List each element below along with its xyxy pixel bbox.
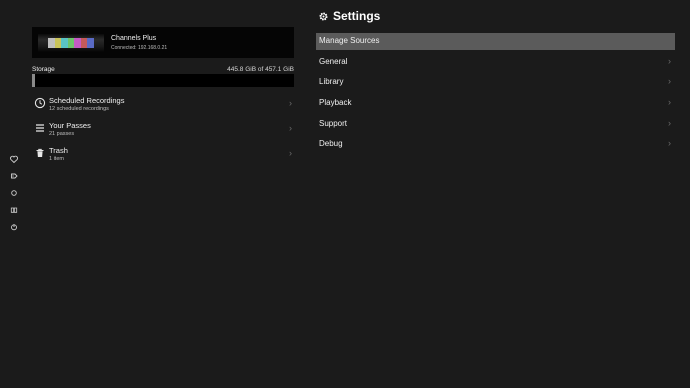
tag-icon[interactable] — [7, 169, 21, 183]
list-item-title: Your Passes — [49, 121, 91, 130]
storage-bar — [32, 74, 294, 87]
power-icon[interactable] — [7, 220, 21, 234]
circle-icon[interactable] — [7, 186, 21, 200]
server-thumbnail — [38, 34, 104, 52]
menu-item-label: Support — [319, 118, 348, 128]
chevron-right-icon: › — [668, 97, 671, 108]
chevron-right-icon: › — [668, 117, 671, 128]
storage-value: 445.8 GiB of 457.1 GiB — [227, 66, 294, 73]
chevron-right-icon: › — [668, 76, 671, 87]
chevron-right-icon: › — [668, 138, 671, 149]
list-item-your-passes[interactable]: Your Passes 21 passes › — [32, 116, 294, 141]
book-icon[interactable] — [7, 203, 21, 217]
trash-icon — [34, 147, 46, 159]
page-title-text: Settings — [333, 9, 381, 23]
storage-bar-fill — [32, 74, 35, 87]
menu-item-playback[interactable]: Playback › — [316, 95, 675, 112]
list-item-title: Scheduled Recordings — [49, 96, 125, 105]
menu-item-support[interactable]: Support › — [316, 116, 675, 133]
list-item-subtitle: 12 scheduled recordings — [49, 106, 109, 112]
menu-item-manage-sources[interactable]: Manage Sources — [316, 33, 675, 50]
clock-icon — [34, 97, 46, 109]
menu-item-label: General — [319, 56, 348, 66]
list-item-title: Trash — [49, 146, 68, 155]
storage-label: Storage — [32, 66, 55, 73]
menu-item-debug[interactable]: Debug › — [316, 136, 675, 153]
menu-item-label: Manage Sources — [319, 36, 380, 45]
menu-item-label: Debug — [319, 139, 343, 149]
gear-icon — [318, 11, 329, 22]
list-item-subtitle: 21 passes — [49, 131, 75, 137]
chevron-right-icon: › — [289, 148, 292, 158]
menu-item-library[interactable]: Library › — [316, 74, 675, 91]
menu-item-label: Playback — [319, 98, 352, 108]
storage-section: Storage 445.8 GiB of 457.1 GiB — [32, 63, 294, 87]
server-card[interactable]: Channels Plus Connected: 192.168.0.21 — [32, 27, 294, 58]
menu-item-label: Library — [319, 77, 344, 87]
nav-rail — [7, 152, 21, 237]
server-name: Channels Plus — [111, 35, 157, 42]
list-icon — [34, 122, 46, 134]
chevron-right-icon: › — [289, 123, 292, 133]
chevron-right-icon: › — [668, 55, 671, 66]
list-item-trash[interactable]: Trash 1 item › — [32, 141, 294, 166]
server-status: Connected: 192.168.0.21 — [111, 45, 168, 51]
settings-menu: Manage Sources General › Library › Playb… — [316, 33, 675, 157]
chevron-right-icon: › — [289, 98, 292, 108]
list-item-subtitle: 1 item — [49, 156, 64, 162]
menu-item-general[interactable]: General › — [316, 54, 675, 71]
list-item-scheduled-recordings[interactable]: Scheduled Recordings 12 scheduled record… — [32, 91, 294, 116]
recordings-list: Scheduled Recordings 12 scheduled record… — [32, 91, 294, 166]
heart-icon[interactable] — [7, 152, 21, 166]
